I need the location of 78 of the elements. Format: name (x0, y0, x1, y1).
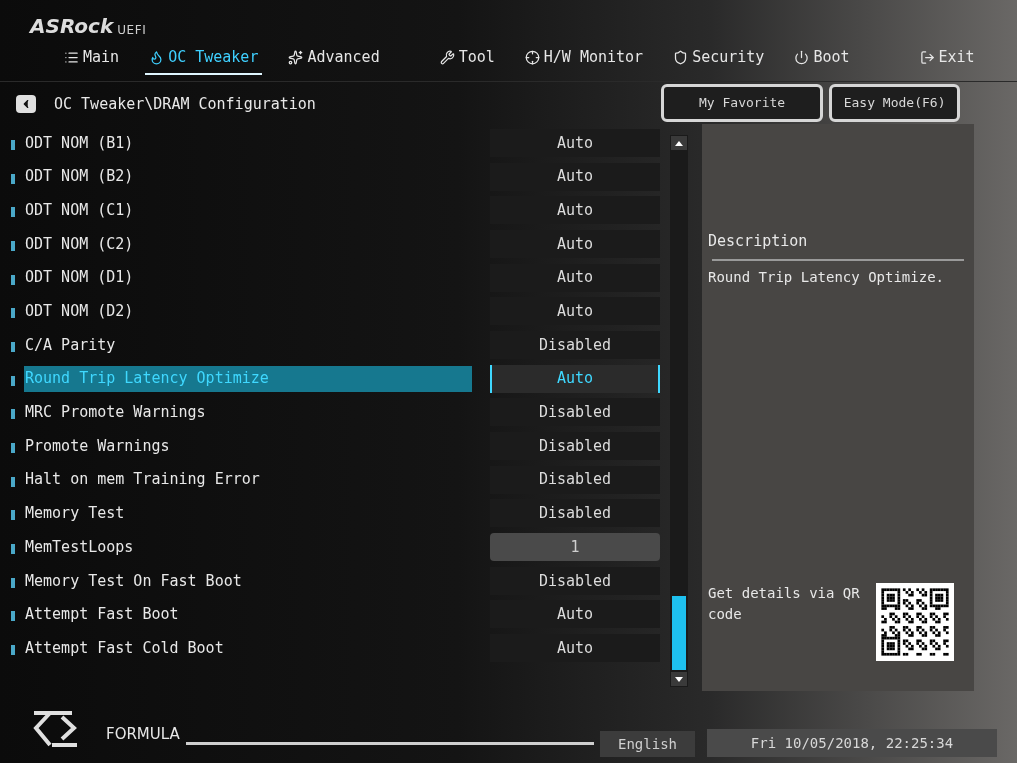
setting-label[interactable]: Memory Test On Fast Boot (24, 567, 472, 594)
info-icon (11, 611, 15, 622)
setting-label[interactable]: Promote Warnings (24, 433, 472, 460)
nav-tab[interactable]: H/W Monitor (520, 41, 648, 76)
tools-icon (439, 49, 455, 65)
brand-logo: ASRock (30, 15, 114, 36)
option-value[interactable]: Auto (490, 229, 660, 258)
option-value[interactable]: Auto (490, 162, 660, 191)
breadcrumb: OC Tweaker\DRAM Configuration (54, 93, 316, 115)
uefi-label: UEFI (117, 23, 147, 36)
nav-tab[interactable]: Tool (435, 41, 499, 76)
nav-tab[interactable]: Main (60, 41, 124, 76)
scroll-down-icon[interactable] (671, 672, 687, 686)
setting-label[interactable]: ODT NOM (C2) (24, 230, 472, 257)
info-icon (11, 308, 15, 319)
exit-icon (919, 49, 935, 65)
setting-label[interactable]: C/A Parity (24, 331, 472, 358)
setting-label[interactable]: MRC Promote Warnings (24, 399, 472, 426)
scroll-up-icon[interactable] (671, 136, 687, 150)
option-value[interactable]: Disabled (490, 499, 660, 528)
info-icon (11, 409, 15, 420)
scrollbar[interactable] (670, 135, 688, 687)
description-text: Round Trip Latency Optimize. (708, 267, 945, 287)
number-field[interactable]: 1 (490, 533, 660, 562)
favorite-button[interactable]: My Favorite (661, 84, 824, 122)
option-value[interactable]: Auto (490, 128, 660, 157)
nav-tab[interactable]: Advanced (284, 41, 384, 76)
info-icon (11, 510, 15, 521)
option-value[interactable]: Disabled (490, 566, 660, 595)
option-value[interactable]: Auto (490, 263, 660, 292)
nav-tab[interactable]: Exit (915, 41, 979, 76)
info-icon (11, 577, 15, 588)
info-icon (11, 645, 15, 656)
info-icon (11, 375, 15, 386)
list-icon (64, 49, 79, 65)
setting-label[interactable]: ODT NOM (B1) (24, 129, 472, 156)
setting-label[interactable]: MemTestLoops (24, 534, 472, 561)
setting-label[interactable]: Memory Test (24, 500, 472, 527)
setting-label[interactable]: Attempt Fast Cold Boot (24, 635, 472, 662)
back-button[interactable] (16, 95, 36, 113)
option-value[interactable]: Auto (490, 196, 660, 225)
info-icon (11, 544, 15, 555)
option-value[interactable]: Auto (490, 297, 660, 326)
scroll-thumb[interactable] (672, 596, 686, 670)
setting-label[interactable]: Halt on mem Training Error (24, 466, 472, 493)
option-value[interactable]: Disabled (490, 330, 660, 359)
info-icon (11, 443, 15, 454)
formula-label: FORMULA (106, 723, 180, 745)
setting-label[interactable]: ODT NOM (B2) (24, 163, 472, 190)
option-value[interactable]: Auto (490, 634, 660, 663)
info-icon (11, 274, 15, 285)
option-value[interactable]: Auto (490, 364, 660, 393)
crosshair-icon (524, 49, 540, 65)
option-value[interactable]: Auto (490, 600, 660, 629)
star-icon (288, 49, 304, 65)
nav-tab[interactable]: Security (669, 41, 769, 76)
nav-tab[interactable]: Boot (790, 41, 854, 76)
setting-label[interactable]: ODT NOM (C1) (24, 197, 472, 224)
info-icon (11, 476, 15, 487)
easy-mode-button[interactable]: Easy Mode(F6) (829, 84, 960, 122)
option-value[interactable]: Disabled (490, 432, 660, 461)
nav-tab[interactable]: OC Tweaker (145, 41, 263, 76)
info-icon (11, 207, 15, 218)
setting-label[interactable]: ODT NOM (D2) (24, 298, 472, 325)
shield-icon (673, 49, 689, 65)
date-time: Fri 10/05/2018, 22:25:34 (707, 729, 997, 757)
power-icon (794, 49, 810, 65)
option-value[interactable]: Disabled (490, 465, 660, 494)
qr-caption: Get details via QR code (708, 584, 861, 624)
language-button[interactable]: English (600, 731, 695, 757)
setting-label[interactable]: ODT NOM (D1) (24, 264, 472, 291)
info-icon (11, 139, 15, 150)
setting-label[interactable]: Attempt Fast Boot (24, 601, 472, 628)
info-icon (11, 240, 15, 251)
info-icon (11, 173, 15, 184)
description-title: Description (708, 231, 809, 252)
info-icon (11, 341, 15, 352)
option-value[interactable]: Disabled (490, 398, 660, 427)
